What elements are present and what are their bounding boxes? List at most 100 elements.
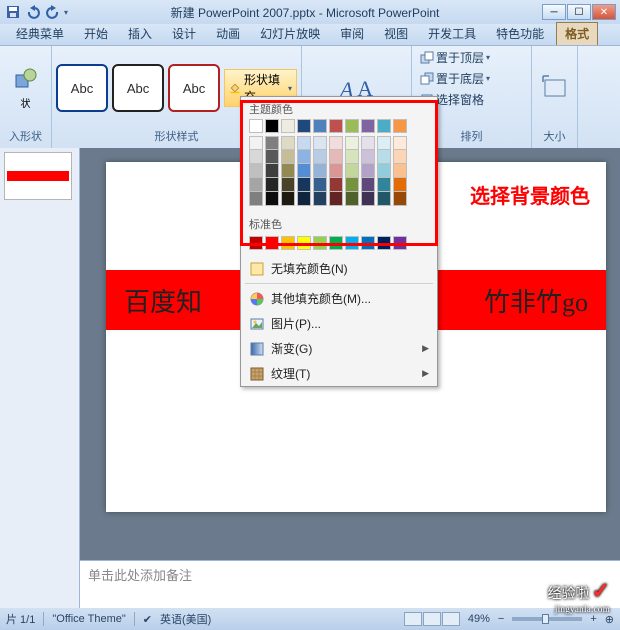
color-swatch[interactable] [281,192,295,206]
color-swatch[interactable] [377,150,391,164]
style-preset-2[interactable]: Abc [112,64,164,112]
color-swatch[interactable] [281,119,295,133]
color-swatch[interactable] [297,136,311,150]
more-colors-item[interactable]: 其他填充颜色(M)... [241,286,437,311]
color-swatch[interactable] [393,150,407,164]
color-swatch[interactable] [297,178,311,192]
sorter-view-button[interactable] [423,612,441,626]
color-swatch[interactable] [329,136,343,150]
color-swatch[interactable] [345,119,359,133]
maximize-button[interactable]: ☐ [567,4,591,20]
slide-panel[interactable] [0,148,80,608]
color-swatch[interactable] [361,136,375,150]
no-fill-item[interactable]: 无填充颜色(N) [241,256,437,281]
color-swatch[interactable] [281,150,295,164]
redo-icon[interactable] [44,3,62,21]
color-swatch[interactable] [377,119,391,133]
color-swatch[interactable] [249,119,263,133]
tab-view[interactable]: 视图 [376,23,416,45]
color-swatch[interactable] [265,192,279,206]
zoom-in-button[interactable]: + [590,613,596,625]
color-swatch[interactable] [361,164,375,178]
color-swatch[interactable] [361,119,375,133]
color-swatch[interactable] [361,150,375,164]
style-preset-3[interactable]: Abc [168,64,220,112]
zoom-slider[interactable] [512,617,582,621]
color-swatch[interactable] [281,178,295,192]
bring-front-button[interactable]: 置于顶层▾ [416,48,494,67]
texture-item[interactable]: 纹理(T) ▶ [241,361,437,386]
size-icon[interactable] [541,74,569,102]
color-swatch[interactable] [361,178,375,192]
tab-dev[interactable]: 开发工具 [420,23,484,45]
color-swatch[interactable] [345,192,359,206]
spellcheck-icon[interactable]: ✔ [143,613,152,626]
color-swatch[interactable] [313,136,327,150]
color-swatch[interactable] [329,119,343,133]
color-swatch[interactable] [329,164,343,178]
color-swatch[interactable] [377,136,391,150]
color-swatch[interactable] [313,178,327,192]
color-swatch[interactable] [329,150,343,164]
close-button[interactable]: ✕ [592,4,616,20]
color-swatch[interactable] [329,236,343,250]
slideshow-view-button[interactable] [442,612,460,626]
color-swatch[interactable] [329,178,343,192]
color-swatch[interactable] [281,136,295,150]
color-swatch[interactable] [281,236,295,250]
color-swatch[interactable] [297,192,311,206]
tab-classic[interactable]: 经典菜单 [8,23,72,45]
color-swatch[interactable] [297,119,311,133]
color-swatch[interactable] [313,192,327,206]
color-swatch[interactable] [313,236,327,250]
color-swatch[interactable] [249,150,263,164]
tab-insert[interactable]: 插入 [120,23,160,45]
color-swatch[interactable] [249,192,263,206]
fit-window-button[interactable]: ⊕ [605,613,614,626]
color-swatch[interactable] [393,119,407,133]
color-swatch[interactable] [265,178,279,192]
gradient-item[interactable]: 渐变(G) ▶ [241,336,437,361]
color-swatch[interactable] [345,136,359,150]
color-swatch[interactable] [345,178,359,192]
color-swatch[interactable] [297,164,311,178]
color-swatch[interactable] [345,150,359,164]
color-swatch[interactable] [329,192,343,206]
color-swatch[interactable] [345,236,359,250]
shapes-icon[interactable] [14,67,38,91]
color-swatch[interactable] [393,236,407,250]
tab-format[interactable]: 格式 [556,22,598,45]
color-swatch[interactable] [265,164,279,178]
color-swatch[interactable] [265,136,279,150]
color-swatch[interactable] [313,164,327,178]
color-swatch[interactable] [361,236,375,250]
style-preset-1[interactable]: Abc [56,64,108,112]
color-swatch[interactable] [345,164,359,178]
color-swatch[interactable] [249,178,263,192]
color-swatch[interactable] [297,236,311,250]
color-swatch[interactable] [393,178,407,192]
color-swatch[interactable] [361,192,375,206]
color-swatch[interactable] [313,119,327,133]
slide-thumbnail-1[interactable] [4,152,72,200]
color-swatch[interactable] [249,236,263,250]
color-swatch[interactable] [393,136,407,150]
color-swatch[interactable] [377,164,391,178]
minimize-button[interactable]: ─ [542,4,566,20]
color-swatch[interactable] [377,236,391,250]
color-swatch[interactable] [377,192,391,206]
tab-design[interactable]: 设计 [164,23,204,45]
color-swatch[interactable] [297,150,311,164]
send-back-button[interactable]: 置于底层▾ [416,69,494,88]
color-swatch[interactable] [265,236,279,250]
color-swatch[interactable] [281,164,295,178]
color-swatch[interactable] [377,178,391,192]
tab-anim[interactable]: 动画 [208,23,248,45]
color-swatch[interactable] [249,164,263,178]
picture-item[interactable]: 图片(P)... [241,311,437,336]
notes-pane[interactable]: 单击此处添加备注 [80,560,620,608]
color-swatch[interactable] [249,136,263,150]
tab-special[interactable]: 特色功能 [488,23,552,45]
color-swatch[interactable] [393,164,407,178]
color-swatch[interactable] [313,150,327,164]
